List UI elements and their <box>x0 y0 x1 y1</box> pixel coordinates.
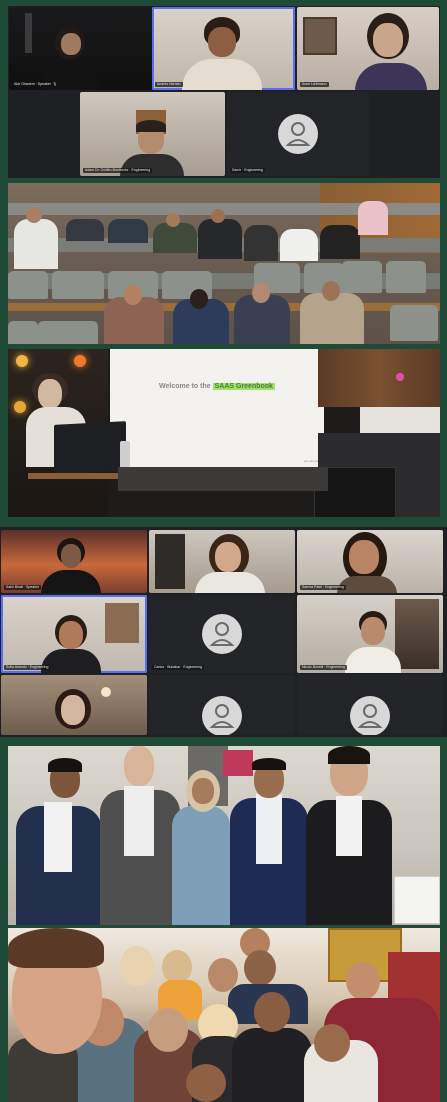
participant-name: Sofia Antonio · Engineering <box>4 665 51 670</box>
participant-tile-6[interactable]: Sahil Bhatt · Speaker <box>1 530 147 593</box>
presentation-photo: Welcome to the SAAS Greenbook greenbook <box>8 349 440 517</box>
participant-name: Ahir Ghanem · Speaker 🎙 <box>12 82 60 87</box>
group-photo-lanyards <box>8 746 440 925</box>
participant-name: Samir · Engineering <box>230 168 265 173</box>
participant-tile-9[interactable]: Sofia Antonio · Engineering <box>1 595 147 673</box>
person-avatar-icon <box>278 114 318 154</box>
participant-tile-1[interactable]: Ahir Ghanem · Speaker 🎙 <box>9 7 155 90</box>
participant-tile-14[interactable] <box>297 675 443 735</box>
participant-tile-13[interactable] <box>149 675 295 735</box>
participant-tile-7[interactable] <box>149 530 295 593</box>
video-call-panel-1: Ahir Ghanem · Speaker 🎙 Andrés Hernán Ann… <box>8 6 440 178</box>
participant-tile-5[interactable]: Samir · Engineering <box>227 92 369 176</box>
participant-name: Samira Patel · Engineering <box>300 585 346 590</box>
person-avatar-icon <box>202 614 242 654</box>
person-avatar-icon <box>350 695 390 735</box>
participant-name: Andrés Hernán <box>155 82 183 87</box>
person-avatar-icon <box>202 695 242 735</box>
participant-name: Adam Dr. Guillén-Borderzkz · Engineering <box>83 168 153 173</box>
participant-tile-2[interactable]: Andrés Hernán <box>152 7 295 90</box>
participant-tile-8[interactable]: Samira Patel · Engineering <box>297 530 443 593</box>
participant-name: Anne Liebmann <box>300 82 329 87</box>
slide-title: Welcome to the SAAS Greenbook <box>159 383 275 390</box>
participant-name: Carlos · Bubakar · Engineering <box>152 665 205 670</box>
mic-off-icon: 🎙 <box>52 82 58 86</box>
participant-name: Nicolo Bonelli · Engineering <box>300 665 347 670</box>
group-selfie-photo <box>8 928 440 1102</box>
participant-tile-3[interactable]: Anne Liebmann <box>297 7 439 90</box>
participant-tile-10[interactable]: Carlos · Bubakar · Engineering <box>149 595 295 673</box>
participant-tile-4[interactable]: Adam Dr. Guillén-Borderzkz · Engineering <box>80 92 225 176</box>
projector-screen: Welcome to the SAAS Greenbook greenbook <box>110 349 324 467</box>
laptop <box>54 421 126 475</box>
participant-name: Sahil Bhatt · Speaker <box>4 585 42 590</box>
participant-tile-11[interactable]: Nicolo Bonelli · Engineering <box>297 595 443 673</box>
slide-title-highlight: SAAS Greenbook <box>212 383 275 390</box>
video-call-panel-2: Sahil Bhatt · Speaker Samira Patel · Eng… <box>0 527 447 737</box>
auditorium-photo <box>8 183 440 344</box>
participant-tile-12[interactable] <box>1 675 147 735</box>
slide-footer: greenbook <box>303 459 318 463</box>
